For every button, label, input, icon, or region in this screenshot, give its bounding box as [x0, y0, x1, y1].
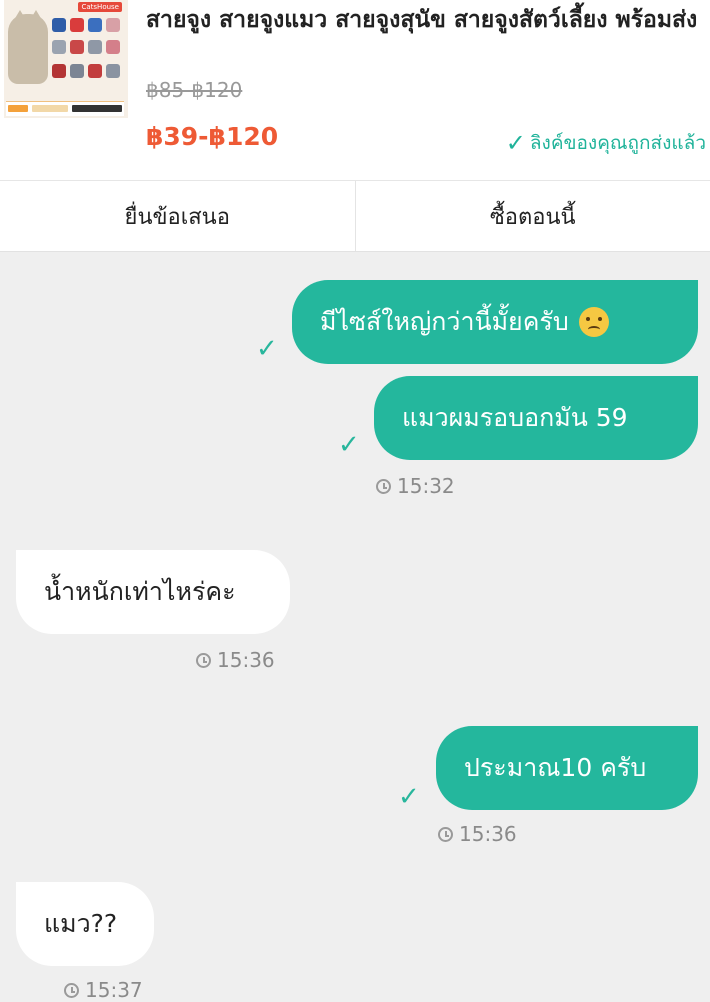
- harness-swatch: [106, 18, 120, 32]
- harness-swatch: [106, 40, 120, 54]
- thumbnail-brand-label: CatsHouse: [78, 2, 122, 12]
- message-timestamp: 15:37: [64, 978, 143, 1002]
- harness-swatch: [70, 18, 84, 32]
- message-text: แมว??: [44, 908, 117, 940]
- make-offer-button[interactable]: ยื่นข้อเสนอ: [0, 181, 355, 251]
- product-thumbnail[interactable]: CatsHouse: [4, 0, 128, 118]
- promo-strip: [6, 101, 124, 116]
- buy-now-button[interactable]: ซื้อตอนนี้: [355, 181, 710, 251]
- harness-swatch: [70, 40, 84, 54]
- harness-swatch: [106, 64, 120, 78]
- harness-swatch: [52, 18, 66, 32]
- harness-swatch: [70, 64, 84, 78]
- message-text: น้ำหนักเท่าไหร่คะ: [44, 576, 236, 608]
- timestamp-text: 15:32: [397, 474, 455, 498]
- harness-swatch: [88, 64, 102, 78]
- harness-swatch: [88, 40, 102, 54]
- harness-swatch: [52, 40, 66, 54]
- timestamp-text: 15:37: [85, 978, 143, 1002]
- harness-swatch: [88, 18, 102, 32]
- message-text: มีไซส์ใหญ่กว่านี้มั้ยครับ: [320, 306, 569, 338]
- read-check-icon: ✓: [398, 784, 420, 810]
- clock-icon: [196, 653, 211, 668]
- harness-swatch: [52, 64, 66, 78]
- message-timestamp: 15:36: [196, 648, 275, 672]
- clock-icon: [64, 983, 79, 998]
- message-text: ประมาณ10 ครับ: [464, 752, 646, 784]
- link-sent-text: ลิงค์ของคุณถูกส่งแล้ว: [530, 128, 706, 158]
- read-check-icon: ✓: [256, 336, 278, 362]
- timestamp-text: 15:36: [217, 648, 275, 672]
- message-timestamp: 15:32: [376, 474, 455, 498]
- message-bubble-incoming[interactable]: น้ำหนักเท่าไหร่คะ: [16, 550, 290, 634]
- message-text: แมวผมรอบอกมัน 59: [402, 402, 628, 434]
- read-check-icon: ✓: [338, 432, 360, 458]
- message-bubble-incoming[interactable]: แมว??: [16, 882, 154, 966]
- link-sent-status: ✓ ลิงค์ของคุณถูกส่งแล้ว: [506, 128, 706, 158]
- message-timestamp: 15:36: [438, 822, 517, 846]
- clock-icon: [438, 827, 453, 842]
- check-icon: ✓: [506, 133, 526, 153]
- product-title[interactable]: สายจูง สายจูงแมว สายจูงสุนัข สายจูงสัตว์…: [146, 4, 706, 37]
- product-actions: ยื่นข้อเสนอ ซื้อตอนนี้: [0, 181, 710, 252]
- cat-image: [8, 14, 48, 84]
- message-bubble-outgoing[interactable]: แมวผมรอบอกมัน 59: [374, 376, 698, 460]
- timestamp-text: 15:36: [459, 822, 517, 846]
- clock-icon: [376, 479, 391, 494]
- original-price: ฿85-฿120: [146, 78, 242, 102]
- product-card[interactable]: CatsHouse สายจูง สายจูงแมว สายจูงสุนัข ส…: [0, 0, 710, 181]
- sale-price: ฿39-฿120: [146, 122, 278, 151]
- crying-face-icon: [579, 307, 609, 337]
- message-bubble-outgoing[interactable]: ประมาณ10 ครับ: [436, 726, 698, 810]
- message-bubble-outgoing[interactable]: มีไซส์ใหญ่กว่านี้มั้ยครับ: [292, 280, 698, 364]
